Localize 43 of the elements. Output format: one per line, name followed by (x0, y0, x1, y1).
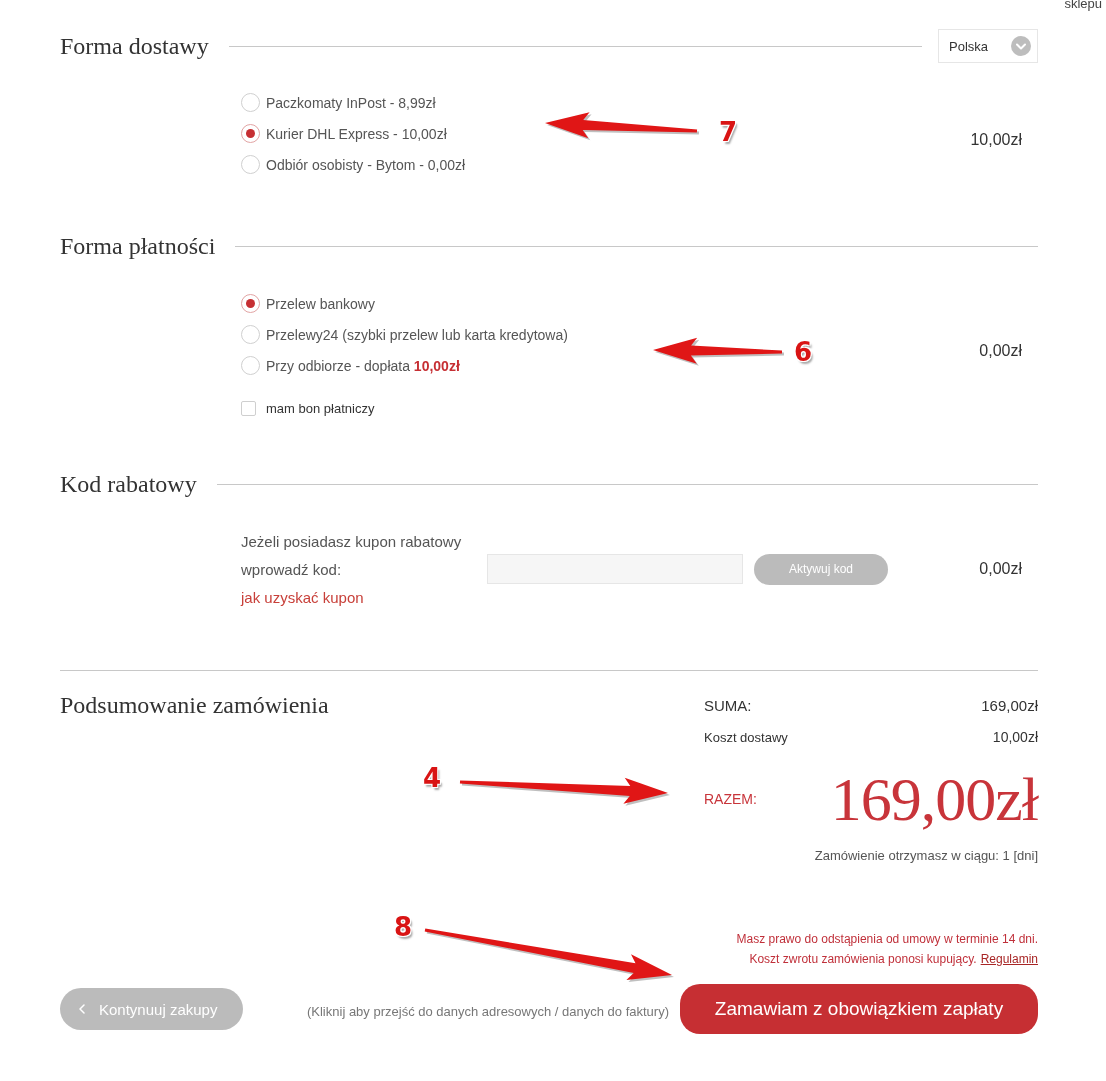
option-label[interactable]: Paczkomaty InPost - 8,99zł (266, 94, 436, 111)
radio-button[interactable] (241, 93, 260, 112)
total-label: RAZEM: (704, 791, 757, 807)
terms-link[interactable]: Regulamin (980, 949, 1038, 969)
option-label[interactable]: Odbiór osobisty - Bytom - 0,00zł (266, 156, 466, 173)
annotation-number: 4 (422, 764, 442, 792)
radio-button[interactable] (241, 155, 260, 174)
summary-label: Koszt dostawy (704, 729, 788, 745)
summary-value: 169,00zł (981, 696, 1038, 714)
delivery-price: 10,00zł (970, 130, 1022, 149)
chevron-left-icon (79, 1004, 85, 1014)
coupon-help-link[interactable]: jak uzyskać kupon (241, 584, 364, 612)
hint-text: (Kliknij aby przejść do danych adresowych / danych do faktury) (307, 1003, 669, 1019)
delivery-time-note: Zamówienie otrzymasz w ciągu: 1 [dni] (814, 847, 1038, 865)
annotation-number: 8 (393, 913, 413, 941)
total-amount: 169,00zł (830, 764, 1038, 834)
radio-button[interactable] (241, 325, 260, 344)
summary-label: SUMA: (704, 696, 752, 714)
discount-price: 0,00zł (979, 560, 1022, 578)
chevron-down-icon (1011, 36, 1031, 56)
radio-button[interactable] (241, 294, 260, 313)
payment-price: 0,00zł (979, 342, 1022, 360)
checkbox[interactable] (241, 400, 256, 416)
coupon-input[interactable] (487, 554, 743, 584)
coupon-prompt: Jeżeli posiadasz kupon rabatowy wprowadź kod: (241, 532, 463, 580)
option-label[interactable]: Kurier DHL Express - 10,00zł (266, 125, 447, 142)
summary-value: 10,00zł (992, 729, 1038, 745)
annotation-number: 7 (718, 118, 738, 146)
radio-button[interactable] (241, 356, 260, 375)
option-label[interactable]: Przy odbiorze - dopłata 10,00zł (266, 357, 460, 374)
annotation-number: 6 (793, 338, 813, 366)
radio-button[interactable] (241, 124, 260, 143)
terms-note: Masz prawo do odstąpienia od umowy w terminie 14 dni. (736, 931, 1038, 948)
country-select[interactable]: Polska (938, 29, 1038, 63)
checkbox-label[interactable]: mam bon płatniczy (266, 400, 375, 416)
section-title: Podsumowanie zamówienia (60, 691, 329, 719)
option-label[interactable]: Przelew bankowy (266, 295, 375, 312)
option-label[interactable]: Przelewy24 (szybki przelew lub karta kredytowa) (266, 326, 568, 343)
order-button[interactable]: Zamawiam z obowiązkiem zapłaty (680, 984, 1038, 1034)
section-title: Forma dostawy (60, 32, 209, 60)
terms-note: Koszt zwrotu zamówienia ponosi kupujący. (749, 951, 977, 968)
section-title: Kod rabatowy (60, 470, 197, 498)
section-title: Forma płatności (60, 232, 216, 260)
